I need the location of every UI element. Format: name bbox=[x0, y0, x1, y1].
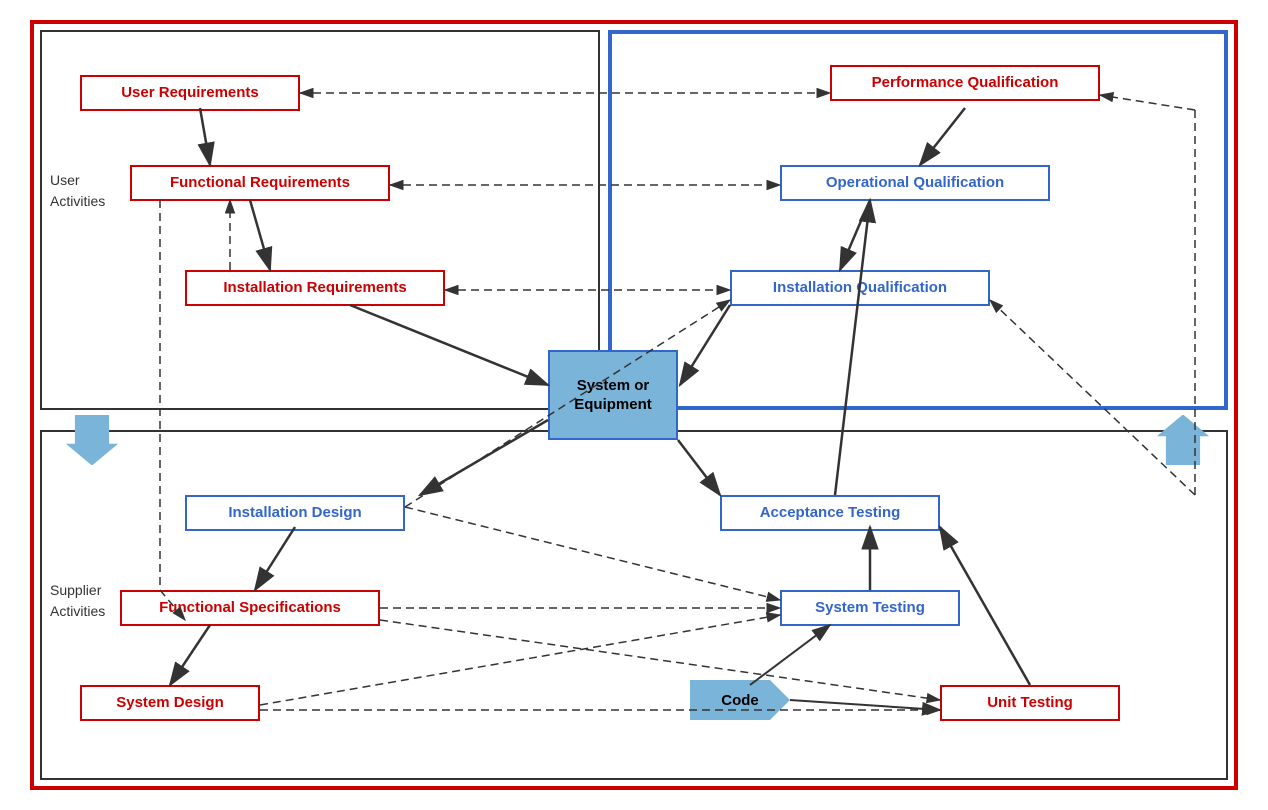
acceptance-testing-node: Acceptance Testing bbox=[720, 495, 940, 531]
system-design-node: System Design bbox=[80, 685, 260, 721]
functional-requirements-node: Functional Requirements bbox=[130, 165, 390, 201]
down-arrow bbox=[62, 415, 122, 465]
user-requirements-node: User Requirements bbox=[80, 75, 300, 111]
operational-qualification-node: Operational Qualification bbox=[780, 165, 1050, 201]
unit-testing-node: Unit Testing bbox=[940, 685, 1120, 721]
diagram-container: UserActivities SupplierActivities User R… bbox=[0, 0, 1268, 810]
system-equipment-node: System or Equipment bbox=[548, 350, 678, 440]
system-testing-node: System Testing bbox=[780, 590, 960, 626]
up-arrow bbox=[1153, 415, 1213, 465]
code-arrow: Code bbox=[690, 680, 790, 720]
installation-design-node: Installation Design bbox=[185, 495, 405, 531]
performance-qualification-node: Performance Qualification bbox=[830, 65, 1100, 101]
user-activities-label: UserActivities bbox=[50, 170, 105, 212]
supplier-activities-label: SupplierActivities bbox=[50, 580, 105, 622]
installation-qualification-node: Installation Qualification bbox=[730, 270, 990, 306]
installation-requirements-node: Installation Requirements bbox=[185, 270, 445, 306]
functional-specifications-node: Functional Specifications bbox=[120, 590, 380, 626]
